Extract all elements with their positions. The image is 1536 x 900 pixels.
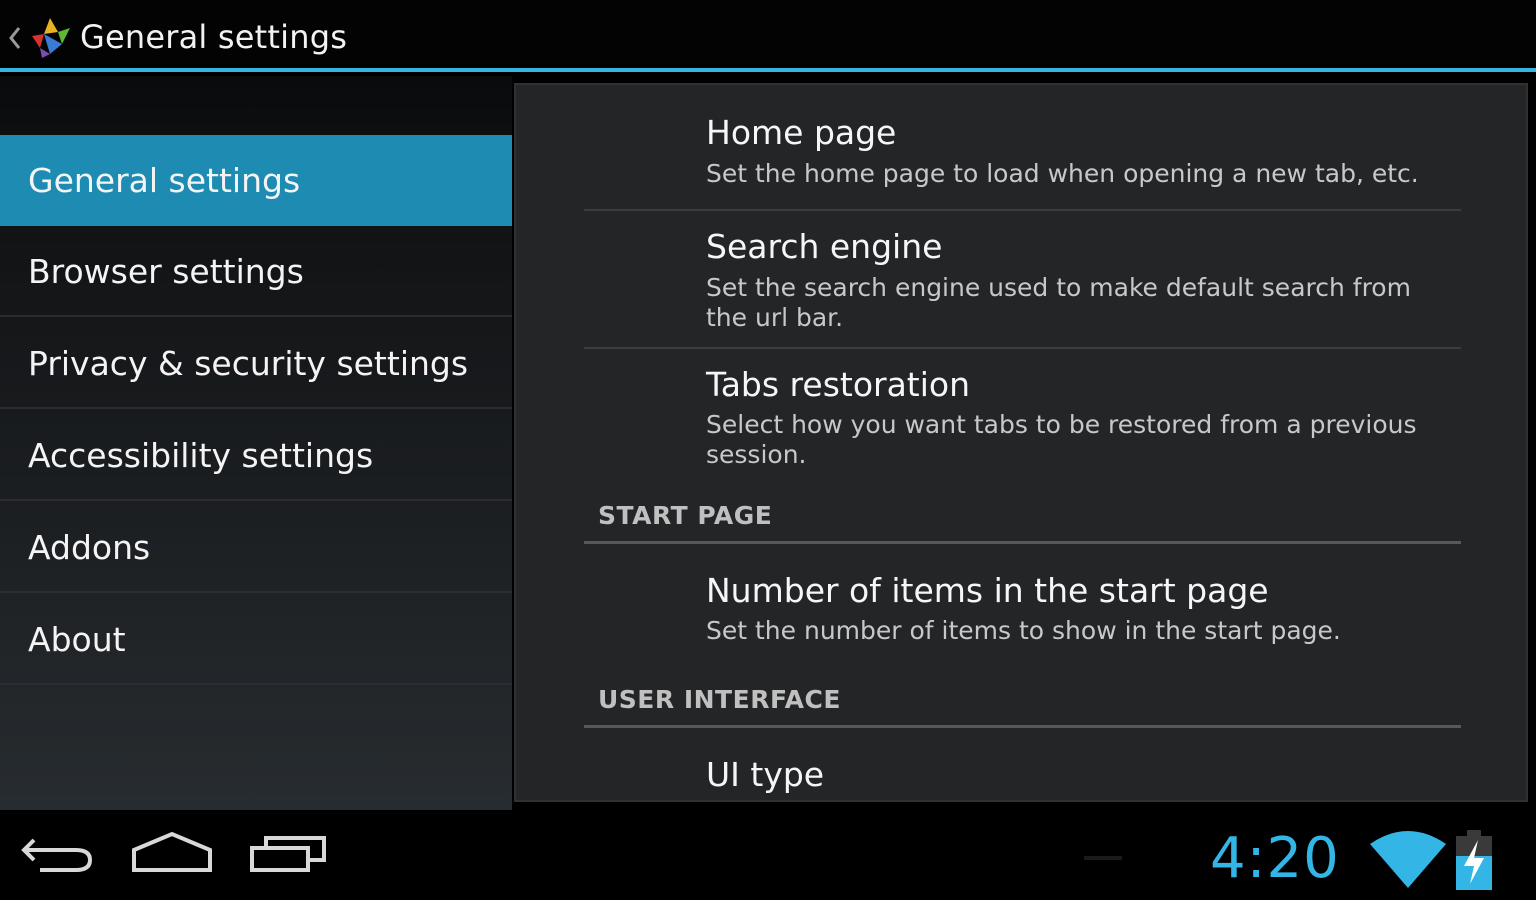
back-icon[interactable] bbox=[20, 830, 94, 874]
header-item-label: General settings bbox=[28, 161, 301, 200]
chevron-left-icon[interactable] bbox=[8, 24, 22, 52]
header-item-about[interactable]: About bbox=[0, 594, 512, 685]
divider bbox=[584, 209, 1461, 211]
app-logo-icon[interactable] bbox=[28, 14, 72, 60]
pref-summary: Set the number of items to show in the s… bbox=[706, 616, 1341, 645]
category-start-page: START PAGE bbox=[598, 501, 773, 530]
category-divider bbox=[584, 541, 1461, 544]
battery-charging-icon[interactable] bbox=[1452, 830, 1496, 892]
category-user-interface: USER INTERFACE bbox=[598, 685, 841, 714]
header-item-label: Accessibility settings bbox=[28, 436, 374, 475]
pref-title: Tabs restoration bbox=[706, 365, 971, 404]
page-title: General settings bbox=[80, 18, 348, 56]
pref-summary: Set the home page to load when opening a… bbox=[706, 159, 1419, 188]
divider bbox=[584, 347, 1461, 349]
header-item-label: Browser settings bbox=[28, 252, 304, 291]
wifi-icon[interactable] bbox=[1368, 826, 1448, 892]
pref-title: Number of items in the start page bbox=[706, 571, 1269, 610]
settings-headers-list: General settings Browser settings Privac… bbox=[0, 76, 512, 810]
header-item-browser-settings[interactable]: Browser settings bbox=[0, 226, 512, 317]
pref-title: Search engine bbox=[706, 227, 943, 266]
recent-apps-icon[interactable] bbox=[248, 830, 328, 874]
action-bar: General settings bbox=[0, 0, 1536, 72]
header-item-general-settings[interactable]: General settings bbox=[0, 135, 512, 226]
header-item-label: Privacy & security settings bbox=[28, 344, 469, 383]
pref-summary: Select how you want tabs to be restored … bbox=[706, 410, 1417, 469]
header-item-label: Addons bbox=[28, 528, 151, 567]
preferences-panel: Home page Set the home page to load when… bbox=[514, 83, 1528, 802]
status-clock[interactable]: 4:20 bbox=[1210, 826, 1340, 891]
header-item-privacy-security-settings[interactable]: Privacy & security settings bbox=[0, 318, 512, 409]
notification-indicator bbox=[1084, 856, 1122, 860]
pref-summary: Set the search engine used to make defau… bbox=[706, 273, 1411, 332]
home-icon[interactable] bbox=[130, 830, 214, 874]
header-item-addons[interactable]: Addons bbox=[0, 502, 512, 593]
pref-title: Home page bbox=[706, 113, 897, 152]
header-item-label: About bbox=[28, 620, 126, 659]
header-item-accessibility-settings[interactable]: Accessibility settings bbox=[0, 410, 512, 501]
pref-title: UI type bbox=[706, 755, 825, 794]
category-divider bbox=[584, 725, 1461, 728]
